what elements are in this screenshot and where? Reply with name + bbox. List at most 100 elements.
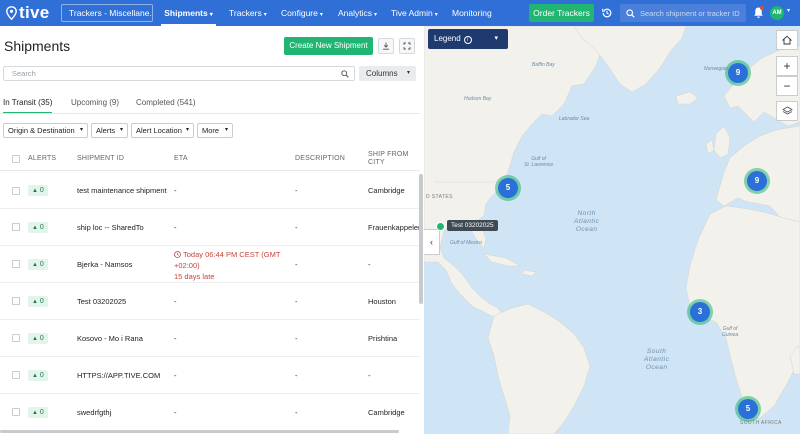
- alert-count: 0: [39, 335, 44, 342]
- chevron-down-icon[interactable]: ▾: [787, 7, 790, 14]
- collapse-panel-button[interactable]: ‹: [424, 229, 440, 255]
- tab-completed[interactable]: Completed (541): [136, 98, 196, 107]
- map-cluster-marker[interactable]: 5: [498, 178, 518, 198]
- map-label-north-atlantic: North Atlantic Ocean: [574, 210, 599, 234]
- chevron-left-icon: ‹: [430, 237, 433, 247]
- workspace-selector[interactable]: Trackers - Miscellane...: [61, 4, 153, 22]
- nav-trackers[interactable]: Trackers ▾: [229, 0, 267, 26]
- global-search-input[interactable]: [640, 8, 745, 18]
- table-row[interactable]: ▲ 0 ship loc -- SharedTo - - Frauenkappe…: [0, 209, 422, 246]
- chevron-down-icon: ▾: [79, 127, 83, 133]
- map-label-gulf-of-mexico: Gulf of Mexico: [450, 240, 482, 246]
- shipment-id[interactable]: ship loc -- SharedTo: [77, 223, 144, 232]
- shipment-id[interactable]: test maintenance shipment: [77, 186, 167, 195]
- chevron-down-icon: ▾: [263, 12, 267, 18]
- map-label-united-states: D STATES: [426, 194, 453, 200]
- legend-button[interactable]: Legend i ▾: [428, 29, 508, 49]
- tab-upcoming[interactable]: Upcoming (9): [71, 98, 119, 107]
- column-alerts[interactable]: ALERTS: [28, 155, 56, 162]
- shipment-search[interactable]: [3, 66, 355, 81]
- nav-configure[interactable]: Configure ▾: [281, 0, 323, 26]
- map-cluster-marker[interactable]: 5: [738, 399, 758, 419]
- search-icon: [626, 8, 635, 18]
- download-button[interactable]: [378, 38, 394, 54]
- map-cluster-marker[interactable]: 9: [728, 63, 748, 83]
- horizontal-scrollbar[interactable]: [0, 430, 399, 433]
- alert-badge: ▲ 0: [28, 407, 48, 418]
- map-cluster-marker[interactable]: 9: [747, 171, 767, 191]
- nav-tive-admin[interactable]: Tive Admin ▾: [391, 0, 438, 26]
- column-shipment-id[interactable]: SHIPMENT ID: [77, 155, 124, 162]
- shipment-location-marker[interactable]: [436, 222, 445, 231]
- map-label-baffin-bay: Baffin Bay: [532, 62, 555, 68]
- columns-label: Columns: [366, 69, 398, 78]
- filter-alerts[interactable]: Alerts ▾: [91, 123, 128, 138]
- filter-alert-location[interactable]: Alert Location ▾: [131, 123, 194, 138]
- chevron-down-icon: ▾: [185, 127, 189, 133]
- table-row[interactable]: ▲ 0 HTTPS://APP.TIVE.COM - - -: [0, 357, 420, 394]
- shipments-map[interactable]: Legend i ▾ + − ‹ Baffin Bay Labrador Sea H…: [424, 26, 800, 434]
- eta-value: -: [174, 371, 177, 380]
- filter-label: Alerts: [96, 126, 116, 135]
- alert-badge: ▲ 0: [28, 296, 48, 307]
- map-cluster-marker[interactable]: 3: [690, 302, 710, 322]
- info-icon[interactable]: i: [463, 36, 472, 44]
- create-shipment-button[interactable]: Create New Shipment: [284, 37, 373, 55]
- row-checkbox[interactable]: [12, 260, 20, 268]
- city-value: Cambridge: [368, 186, 405, 195]
- table-row[interactable]: ▲ 0 Kosovo - Mo i Rana - - Prishtina: [0, 320, 420, 357]
- alert-count: 0: [39, 298, 44, 305]
- nav-analytics[interactable]: Analytics ▾: [338, 0, 377, 26]
- vertical-scrollbar[interactable]: [419, 174, 423, 304]
- shipment-id[interactable]: HTTPS://APP.TIVE.COM: [77, 371, 160, 380]
- global-search[interactable]: [620, 4, 746, 22]
- table-row[interactable]: ▲ 0 Bjerka - Namsos Today 06:44 PM CEST …: [0, 246, 420, 283]
- fullscreen-button[interactable]: [399, 38, 415, 54]
- column-description[interactable]: DESCRIPTION: [295, 155, 345, 162]
- shipment-id[interactable]: Test 03202025: [77, 297, 126, 306]
- row-checkbox[interactable]: [12, 408, 20, 416]
- columns-button[interactable]: Columns ▾: [359, 66, 416, 81]
- row-checkbox[interactable]: [12, 371, 20, 379]
- table-row[interactable]: ▲ 0 test maintenance shipment - - Cambri…: [0, 173, 420, 209]
- warning-triangle-icon: ▲: [32, 225, 38, 231]
- nav-analytics-label: Analytics: [338, 8, 373, 18]
- nav-monitoring[interactable]: Monitoring: [452, 0, 492, 26]
- shipment-id[interactable]: Bjerka - Namsos: [77, 260, 132, 269]
- shipment-id[interactable]: swedrfgthj: [77, 408, 111, 417]
- filter-more[interactable]: More ▾: [197, 123, 233, 138]
- shipment-id[interactable]: Kosovo - Mo i Rana: [77, 334, 143, 343]
- user-avatar[interactable]: AM: [770, 6, 784, 20]
- map-label-gulf-st-lawrence-2: St. Lawrence: [524, 162, 554, 168]
- map-label-south-atlantic-2: Atlantic: [644, 356, 670, 363]
- nav-shipments[interactable]: Shipments ▾: [161, 0, 216, 26]
- zoom-out-button[interactable]: −: [776, 76, 798, 96]
- tab-in-transit[interactable]: In Transit (35): [3, 98, 53, 113]
- table-header: ALERTS SHIPMENT ID ETA DESCRIPTION SHIP …: [0, 147, 420, 171]
- layers-button[interactable]: [776, 101, 798, 121]
- nav-tive-admin-label: Tive Admin: [391, 8, 433, 18]
- city-value: Houston: [368, 297, 396, 306]
- column-ship-from[interactable]: SHIP FROM: [368, 151, 409, 158]
- row-checkbox[interactable]: [12, 334, 20, 342]
- alert-badge: ▲ 0: [28, 222, 48, 233]
- tive-logo[interactable]: tive: [6, 3, 54, 23]
- map-home-button[interactable]: [776, 30, 798, 50]
- order-trackers-button[interactable]: Order Trackers: [529, 4, 594, 22]
- shipment-search-input[interactable]: [12, 69, 332, 78]
- filter-origin-destination[interactable]: Origin & Destination ▾: [3, 123, 88, 138]
- plus-icon: +: [783, 59, 791, 73]
- zoom-in-button[interactable]: +: [776, 56, 798, 76]
- chevron-down-icon: ▾: [494, 35, 498, 42]
- row-checkbox[interactable]: [12, 297, 20, 305]
- eta-value: -: [174, 334, 177, 343]
- table-row[interactable]: ▲ 0 Test 03202025 - - Houston: [0, 283, 420, 320]
- eta-late-line-2: +02:00): [174, 261, 200, 270]
- column-eta[interactable]: ETA: [174, 155, 188, 162]
- select-all-checkbox[interactable]: [12, 155, 20, 163]
- table-row[interactable]: ▲ 0 swedrfgthj - - Cambridge: [0, 394, 420, 430]
- nav-monitoring-label: Monitoring: [452, 8, 492, 18]
- history-icon[interactable]: [601, 7, 613, 19]
- row-checkbox[interactable]: [12, 223, 20, 231]
- row-checkbox[interactable]: [12, 187, 20, 195]
